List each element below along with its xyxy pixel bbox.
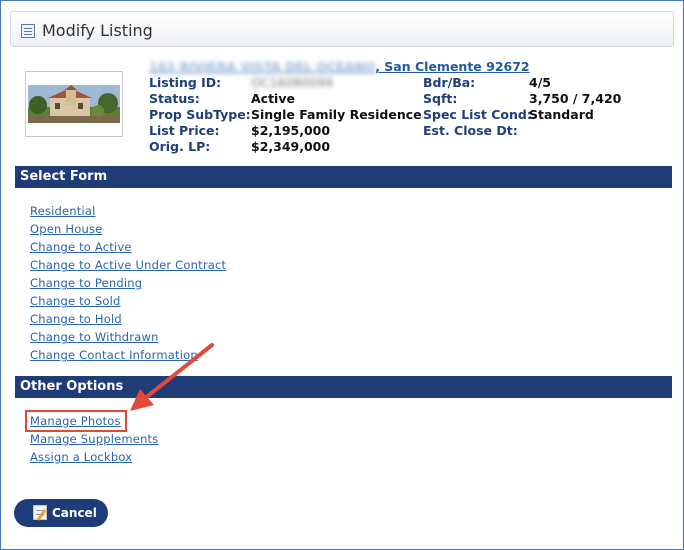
listing-address-link[interactable]: 163 RIVIERA VISTA DEL OCEANO, San Clemen… — [149, 59, 530, 74]
prop-subtype-label: Prop SubType: — [149, 107, 251, 122]
address-street-redacted: 163 RIVIERA VISTA DEL OCEANO — [149, 59, 376, 74]
link-residential[interactable]: Residential — [30, 204, 96, 218]
link-assign-a-lockbox[interactable]: Assign a Lockbox — [30, 450, 132, 464]
callout-arrow-icon — [130, 343, 214, 411]
orig-lp-value: $2,349,000 — [251, 139, 331, 154]
listing-id-label: Listing ID: — [149, 75, 222, 90]
spec-list-cond-value: Standard — [529, 107, 594, 122]
page-title: Modify Listing — [42, 21, 153, 40]
orig-lp-label: Orig. LP: — [149, 139, 211, 154]
house-photo-icon — [28, 85, 120, 123]
link-change-to-hold[interactable]: Change to Hold — [30, 312, 122, 326]
address-city: , San Clemente 92672 — [375, 59, 530, 74]
sqft-label: Sqft: — [423, 91, 458, 106]
listing-id-value: OC16080099 — [251, 75, 334, 90]
link-change-to-pending[interactable]: Change to Pending — [30, 276, 142, 290]
other-options-heading: Other Options — [15, 376, 672, 398]
status-label: Status: — [149, 91, 200, 106]
link-change-to-sold[interactable]: Change to Sold — [30, 294, 121, 308]
link-manage-supplements[interactable]: Manage Supplements — [30, 432, 158, 446]
list-price-value: $2,195,000 — [251, 123, 331, 138]
est-close-dt-label: Est. Close Dt: — [423, 123, 518, 138]
cancel-button[interactable]: Cancel — [14, 499, 108, 527]
manage-photos-highlight — [25, 410, 127, 432]
status-value: Active — [251, 91, 295, 106]
prop-subtype-value: Single Family Residence — [251, 107, 422, 122]
link-open-house[interactable]: Open House — [30, 222, 102, 236]
link-change-to-active[interactable]: Change to Active — [30, 240, 132, 254]
edit-document-icon — [33, 505, 47, 521]
bdr-ba-label: Bdr/Ba: — [423, 75, 476, 90]
list-price-label: List Price: — [149, 123, 220, 138]
page-header: Modify Listing — [10, 11, 674, 47]
form-icon — [21, 24, 35, 38]
modify-listing-window: Modify Listing 163 RIVIERA VISTA DEL OCE… — [0, 0, 684, 550]
listing-photo[interactable] — [25, 71, 123, 137]
link-change-to-active-under-contract[interactable]: Change to Active Under Contract — [30, 258, 226, 272]
sqft-value: 3,750 / 7,420 — [529, 91, 622, 106]
select-form-heading: Select Form — [15, 166, 672, 188]
bdr-ba-value: 4/5 — [529, 75, 551, 90]
spec-list-cond-label: Spec List Cond: — [423, 107, 532, 122]
cancel-label: Cancel — [52, 506, 97, 520]
